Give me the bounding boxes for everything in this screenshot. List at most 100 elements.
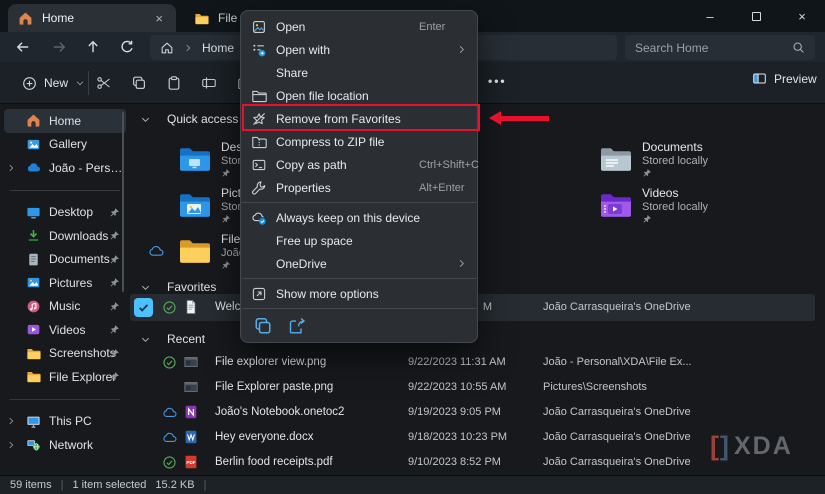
sidebar-item[interactable]: Videos — [4, 318, 126, 342]
paste-t-icon — [162, 75, 186, 91]
explorer-tab[interactable]: Home × — [8, 4, 176, 32]
quick-access-tile[interactable]: Videos Stored locally — [569, 182, 784, 228]
context-menu: Open Enter Open with Share Open file loc… — [240, 10, 478, 343]
toolbar-button[interactable] — [197, 70, 221, 96]
file-date: 9/22/2023 10:55 AM — [408, 375, 506, 400]
menu-item-label: Always keep on this device — [276, 211, 420, 225]
recent-file-row[interactable]: File explorer view.png 9/22/2023 11:31 A… — [130, 350, 815, 375]
chevron-down-icon[interactable] — [140, 334, 151, 345]
refresh-button[interactable] — [114, 35, 140, 59]
quick-access-tile[interactable]: Documents Stored locally — [569, 136, 784, 182]
more-options-button[interactable]: ••• — [488, 74, 507, 88]
preview-button[interactable]: Preview — [752, 71, 817, 86]
section-header-favorites[interactable]: Favorites — [134, 280, 216, 294]
chevron-right-icon[interactable] — [6, 163, 16, 173]
section-header-quick-access[interactable]: Quick access — [134, 112, 238, 126]
context-menu-item[interactable]: Properties Alt+Enter — [241, 176, 477, 199]
chevron-down-icon[interactable] — [140, 282, 151, 293]
preview-label: Preview — [774, 72, 817, 86]
t-folder-icon — [178, 235, 210, 267]
pin-icon — [221, 260, 231, 270]
pin-icon — [109, 254, 120, 265]
file-name: João's Notebook.onetoc2 — [215, 400, 344, 425]
sidebar-item[interactable]: This PC — [4, 410, 126, 434]
quick-action-button[interactable] — [253, 316, 273, 336]
recent-file-row[interactable]: File Explorer paste.png 9/22/2023 10:55 … — [130, 375, 815, 400]
chevron-down-icon[interactable] — [140, 114, 151, 125]
m-props-icon — [251, 180, 267, 196]
cloud-line-icon — [148, 243, 164, 259]
search-input[interactable]: Search Home — [625, 35, 815, 60]
items-count: 59 items — [10, 479, 52, 491]
copy-t-icon — [127, 75, 151, 91]
back-button[interactable] — [10, 35, 36, 59]
tab-close-icon[interactable]: × — [152, 11, 166, 26]
sidebar-item[interactable]: File Explorer — [4, 365, 126, 389]
file-location: João - Personal\XDA\File Ex... — [543, 350, 692, 375]
selected-checkbox[interactable] — [134, 298, 153, 317]
toolbar-button[interactable] — [92, 70, 116, 96]
sidebar-item[interactable]: Screenshots — [4, 342, 126, 366]
sidebar-item-label: Videos — [49, 323, 85, 337]
t-videos-icon — [599, 189, 631, 221]
quick-action-button[interactable] — [287, 316, 307, 336]
context-menu-item[interactable]: Share — [241, 61, 477, 84]
m-share-icon — [251, 65, 267, 81]
menu-item-label: Open — [276, 20, 305, 34]
sidebar-item[interactable]: Network — [4, 433, 126, 457]
chevron-right-icon[interactable] — [6, 416, 16, 426]
sidebar-item-label: Desktop — [49, 205, 93, 219]
folder-y-icon — [26, 346, 41, 361]
chevron-right-icon[interactable] — [6, 440, 16, 450]
context-menu-item[interactable]: Compress to ZIP file — [241, 130, 477, 153]
file-date: 9/18/2023 10:23 PM — [408, 425, 507, 450]
menu-item-label: Show more options — [276, 287, 379, 301]
gallery-icon — [26, 137, 41, 152]
context-menu-item[interactable]: Copy as path Ctrl+Shift+C — [241, 153, 477, 176]
up-button[interactable] — [80, 35, 106, 59]
menu-item-label: Share — [276, 66, 308, 80]
sidebar-item[interactable]: Music — [4, 295, 126, 319]
pin-icon — [221, 168, 231, 178]
home-c-icon — [18, 11, 33, 26]
breadcrumb[interactable]: Home — [202, 41, 234, 55]
context-menu-item[interactable]: OneDrive — [241, 252, 477, 275]
recent-file-row[interactable]: João's Notebook.onetoc2 9/19/2023 9:05 P… — [130, 400, 815, 425]
search-icon[interactable] — [792, 41, 805, 54]
t-desktop-icon — [178, 143, 210, 175]
menu-item-shortcut: Ctrl+Shift+C — [419, 159, 479, 171]
sidebar-item-label: Pictures — [49, 276, 92, 290]
forward-button[interactable] — [46, 35, 72, 59]
new-button[interactable]: New — [14, 70, 93, 96]
selection-size: 15.2 KB — [155, 479, 194, 491]
close-button[interactable]: × — [779, 0, 825, 32]
separator — [10, 399, 120, 400]
section-header-recent[interactable]: Recent — [134, 332, 205, 346]
sidebar-item[interactable]: Downloads — [4, 224, 126, 248]
file-name: Berlin food receipts.pdf — [215, 450, 333, 475]
context-menu-item[interactable]: Show more options — [241, 282, 477, 305]
f-word-icon — [183, 429, 199, 445]
sidebar-item-label: João - Personal — [49, 161, 126, 175]
sidebar-item[interactable]: Documents — [4, 248, 126, 272]
context-menu-item[interactable]: Always keep on this device — [241, 206, 477, 229]
toolbar-button[interactable] — [162, 70, 186, 96]
sidebar-item[interactable]: João - Personal — [4, 156, 126, 180]
sidebar-item[interactable]: Gallery — [4, 133, 126, 157]
sidebar-item[interactable]: Desktop — [4, 201, 126, 225]
sidebar-item[interactable]: Pictures — [4, 271, 126, 295]
maximize-button[interactable] — [733, 0, 779, 32]
toolbar-button[interactable] — [127, 70, 151, 96]
sidebar-item[interactable]: Home — [4, 109, 126, 133]
tile-name: Videos — [642, 186, 678, 200]
sidebar-item-label: Documents — [49, 252, 110, 266]
f-img-icon — [183, 354, 199, 370]
menu-item-label: Properties — [276, 181, 331, 195]
section-label: Quick access — [167, 112, 238, 126]
context-menu-item[interactable]: Open Enter — [241, 15, 477, 38]
context-menu-item[interactable]: Free up space — [241, 229, 477, 252]
watermark-text: XDA — [734, 432, 793, 461]
minimize-button[interactable]: – — [687, 0, 733, 32]
context-menu-item[interactable]: Open with — [241, 38, 477, 61]
file-location: João Carrasqueira's OneDrive — [543, 294, 691, 321]
